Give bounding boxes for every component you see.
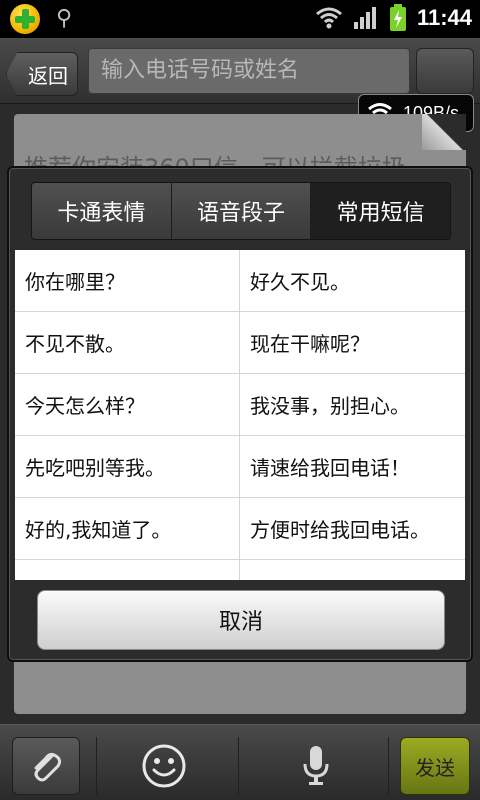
voice-input-button[interactable] (286, 737, 346, 795)
emoji-button[interactable] (134, 737, 194, 795)
divider (96, 737, 97, 795)
message-grid: 你在哪里？ 好久不见。 不见不散。 现在干嘛呢？ 今天怎么样？ 我没事，别担心。… (15, 250, 465, 580)
message-item[interactable]: 今天怎么样？ (15, 374, 240, 436)
microphone-icon (303, 746, 329, 785)
clock: 11:44 (416, 5, 472, 30)
divider (238, 737, 239, 795)
top-bar: 返回 输入电话号码或姓名 109B/s (0, 38, 480, 132)
status-bar: ⚲ 11:44 (0, 0, 480, 38)
message-item[interactable] (240, 560, 465, 580)
message-item[interactable] (15, 560, 240, 580)
message-item[interactable]: 不见不散。 (15, 312, 240, 374)
tab-cartoon-emoticons[interactable]: 卡通表情 (32, 183, 172, 239)
send-button[interactable]: 发送 (400, 737, 470, 795)
wifi-icon (315, 7, 342, 29)
back-button[interactable]: 返回 (6, 52, 78, 96)
message-item[interactable]: 先吃吧别等我。 (15, 436, 240, 498)
tab-voice-jokes[interactable]: 语音段子 (171, 183, 312, 239)
tab-common-messages[interactable]: 常用短信 (311, 183, 450, 239)
message-item[interactable]: 方便时给我回电话。 (240, 498, 465, 560)
signal-icon (353, 7, 376, 29)
360-logo-icon (10, 4, 40, 34)
message-item[interactable]: 现在干嘛呢？ (240, 312, 465, 374)
message-item[interactable]: 请速给我回电话！ (240, 436, 465, 498)
battery-charging-icon (389, 4, 406, 31)
compose-bar: 发送 (0, 724, 480, 800)
smiley-icon (142, 744, 186, 788)
message-item[interactable]: 你在哪里？ (15, 250, 240, 312)
dialog-tabs: 卡通表情 语音段子 常用短信 (31, 182, 451, 240)
add-contact-button[interactable] (416, 48, 474, 94)
usb-icon: ⚲ (56, 6, 73, 31)
attach-button[interactable] (12, 737, 80, 795)
page-curl (422, 114, 466, 150)
quick-text-dialog: 卡通表情 语音段子 常用短信 你在哪里？ 好久不见。 不见不散。 现在干嘛呢？ … (7, 166, 473, 662)
message-item[interactable]: 好的,我知道了。 (15, 498, 240, 560)
divider (388, 737, 389, 795)
cancel-button[interactable]: 取消 (37, 590, 445, 650)
paperclip-icon (34, 752, 62, 782)
message-item[interactable]: 好久不见。 (240, 250, 465, 312)
recipient-input[interactable]: 输入电话号码或姓名 (88, 48, 410, 94)
message-item[interactable]: 我没事，别担心。 (240, 374, 465, 436)
